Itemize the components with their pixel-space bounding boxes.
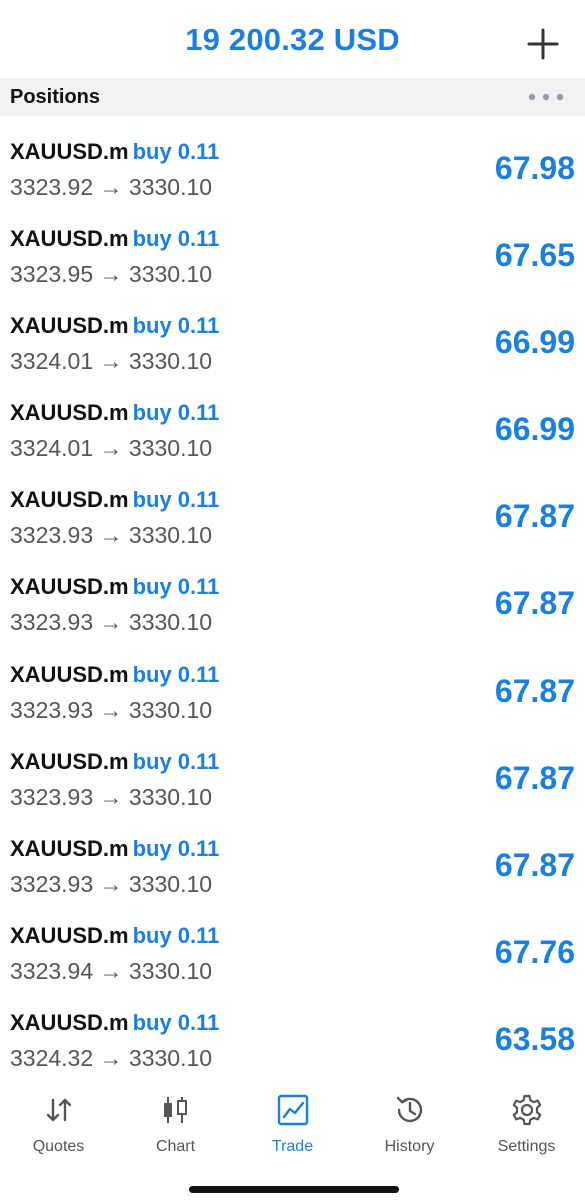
- position-symbol-line: XAUUSD.m buy 0.11: [10, 923, 219, 949]
- gear-icon: [512, 1094, 541, 1126]
- position-prices: 3323.93 → 3330.10: [10, 696, 213, 723]
- position-prices: 3324.32 → 3330.10: [10, 1044, 213, 1071]
- position-symbol-line: XAUUSD.m buy 0.11: [10, 139, 219, 165]
- quotes-arrows-icon: [46, 1098, 71, 1122]
- position-symbol-line: XAUUSD.m buy 0.11: [10, 662, 219, 688]
- position-symbol: XAUUSD.m: [10, 661, 129, 687]
- position-profit: 67.87: [494, 498, 575, 535]
- position-side-volume: buy 0.11: [132, 400, 220, 426]
- position-prices: 3323.93 → 3330.10: [10, 609, 213, 636]
- position-prices: 3323.93 → 3330.10: [10, 522, 213, 549]
- position-side-volume: buy 0.11: [132, 661, 220, 687]
- position-symbol-line: XAUUSD.m buy 0.11: [10, 749, 219, 775]
- position-profit: 66.99: [494, 411, 575, 448]
- section-title: Positions: [10, 86, 101, 108]
- positions-list: XAUUSD.m buy 0.11 3323.92 → 3330.10 67.98 XA…: [0, 116, 585, 1074]
- position-side-volume: buy 0.11: [132, 835, 220, 861]
- tab-label: Chart: [155, 1138, 196, 1155]
- tab-trade[interactable]: Trade: [234, 1092, 351, 1156]
- position-side-volume: buy 0.11: [132, 313, 220, 339]
- position-profit: 67.87: [494, 672, 575, 709]
- position-side-volume: buy 0.11: [132, 487, 220, 513]
- position-symbol-line: XAUUSD.m buy 0.11: [10, 226, 219, 252]
- position-side-volume: buy 0.11: [132, 748, 220, 774]
- account-balance: 19 200.32 USD: [185, 22, 400, 57]
- position-row[interactable]: XAUUSD.m buy 0.11 3324.01 → 3330.10 66.99: [0, 377, 585, 464]
- position-side-volume: buy 0.11: [132, 1009, 220, 1035]
- position-profit: 67.87: [494, 846, 575, 883]
- position-side-volume: buy 0.11: [132, 574, 220, 600]
- position-symbol-line: XAUUSD.m buy 0.11: [10, 313, 219, 339]
- position-symbol: XAUUSD.m: [10, 748, 129, 774]
- position-profit: 67.65: [494, 237, 575, 274]
- position-side-volume: buy 0.11: [132, 922, 220, 948]
- history-clock-icon: [396, 1096, 422, 1123]
- position-profit: 66.99: [494, 324, 575, 361]
- position-prices: 3323.92 → 3330.10: [10, 174, 213, 200]
- position-symbol: XAUUSD.m: [10, 574, 129, 600]
- position-symbol: XAUUSD.m: [10, 835, 129, 861]
- tab-label: Trade: [271, 1138, 314, 1155]
- tab-bar: Quotes Chart Trade History Settings: [0, 1078, 585, 1200]
- position-symbol-line: XAUUSD.m buy 0.11: [10, 487, 219, 513]
- position-profit: 67.87: [494, 585, 575, 622]
- position-prices: 3324.01 → 3330.10: [10, 435, 213, 462]
- tab-label: History: [384, 1138, 435, 1155]
- tab-label: Quotes: [32, 1138, 85, 1155]
- position-symbol-line: XAUUSD.m buy 0.11: [10, 1010, 219, 1036]
- position-prices: 3323.94 → 3330.10: [10, 957, 213, 984]
- position-row[interactable]: XAUUSD.m buy 0.11 3323.93 → 3330.10 67.87: [0, 464, 585, 551]
- position-symbol: XAUUSD.m: [10, 313, 129, 339]
- position-prices: 3323.95 → 3330.10: [10, 261, 213, 288]
- position-profit: 67.98: [494, 150, 575, 186]
- position-symbol: XAUUSD.m: [10, 226, 129, 252]
- position-row[interactable]: XAUUSD.m buy 0.11 3324.01 → 3330.10 66.99: [0, 290, 585, 377]
- tab-chart[interactable]: Chart: [117, 1092, 234, 1156]
- position-row[interactable]: XAUUSD.m buy 0.11 3323.92 → 3330.10 67.98: [0, 116, 585, 203]
- positions-header: Positions: [0, 78, 585, 116]
- position-symbol: XAUUSD.m: [10, 400, 129, 426]
- position-symbol-line: XAUUSD.m buy 0.11: [10, 836, 219, 862]
- position-row[interactable]: XAUUSD.m buy 0.11 3324.32 → 3330.10 63.58: [0, 987, 585, 1074]
- position-prices: 3323.93 → 3330.10: [10, 870, 213, 897]
- home-indicator: [189, 1186, 399, 1193]
- position-prices: 3324.01 → 3330.10: [10, 348, 213, 375]
- position-row[interactable]: XAUUSD.m buy 0.11 3323.93 → 3330.10 67.87: [0, 726, 585, 813]
- position-row[interactable]: XAUUSD.m buy 0.11 3323.93 → 3330.10 67.87: [0, 639, 585, 726]
- plus-icon[interactable]: [525, 26, 561, 62]
- position-symbol-line: XAUUSD.m buy 0.11: [10, 574, 219, 600]
- tab-quotes[interactable]: Quotes: [0, 1092, 117, 1156]
- ellipsis-icon[interactable]: [527, 88, 565, 106]
- position-side-volume: buy 0.11: [132, 226, 220, 252]
- top-bar: 19 200.32 USD: [0, 0, 585, 78]
- position-row[interactable]: XAUUSD.m buy 0.11 3323.95 → 3330.10 67.65: [0, 203, 585, 290]
- position-symbol: XAUUSD.m: [10, 1009, 129, 1035]
- position-prices: 3323.93 → 3330.10: [10, 783, 213, 810]
- tab-history[interactable]: History: [351, 1092, 468, 1156]
- position-profit: 63.58: [494, 1020, 575, 1057]
- position-row[interactable]: XAUUSD.m buy 0.11 3323.93 → 3330.10 67.87: [0, 551, 585, 638]
- trade-chart-icon: [277, 1094, 308, 1126]
- tab-settings[interactable]: Settings: [468, 1092, 585, 1156]
- position-profit: 67.76: [494, 933, 575, 970]
- position-profit: 67.87: [494, 759, 575, 796]
- position-symbol: XAUUSD.m: [10, 487, 129, 513]
- position-row[interactable]: XAUUSD.m buy 0.11 3323.93 → 3330.10 67.87: [0, 813, 585, 900]
- tab-label: Settings: [497, 1138, 556, 1155]
- position-symbol: XAUUSD.m: [10, 922, 129, 948]
- position-symbol-line: XAUUSD.m buy 0.11: [10, 400, 219, 426]
- position-row[interactable]: XAUUSD.m buy 0.11 3323.94 → 3330.10 67.76: [0, 900, 585, 987]
- candlestick-icon: [163, 1097, 187, 1123]
- position-side-volume: buy 0.11: [132, 139, 220, 164]
- position-symbol: XAUUSD.m: [10, 139, 129, 164]
